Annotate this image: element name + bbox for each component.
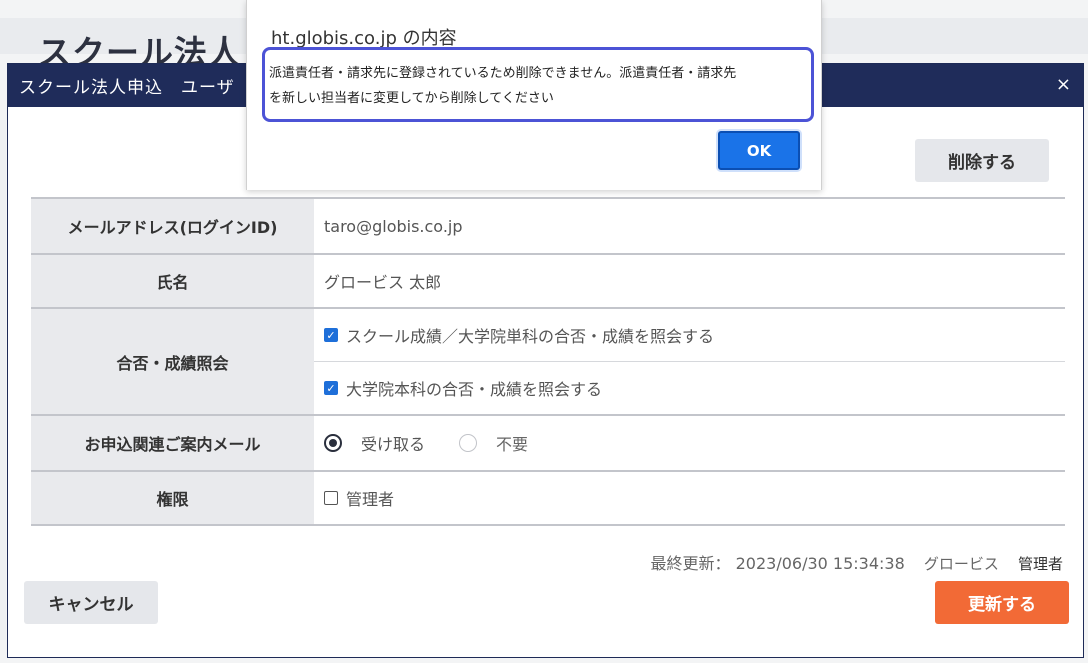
mail-preference-label: お申込関連ご案内メール bbox=[31, 414, 314, 472]
pass-option-graduate[interactable]: ✓ 大学院本科の合否・成績を照会する bbox=[314, 361, 1065, 414]
checkbox-checked-icon[interactable]: ✓ bbox=[324, 381, 338, 395]
browser-alert-dialog: ht.globis.co.jp の内容 派遣責任者・請求先に登録されているため削… bbox=[246, 0, 822, 190]
pass-results-label: 合否・成績照会 bbox=[31, 307, 314, 416]
radio-receive-label[interactable]: 受け取る bbox=[361, 431, 425, 455]
form-row-mail-preference: お申込関連ご案内メール 受け取る 不要 bbox=[31, 414, 1065, 472]
delete-button[interactable]: 削除する bbox=[915, 139, 1049, 182]
last-update-info: 最終更新： 2023/06/30 15:34:38 グロービス 管理者 bbox=[651, 550, 1064, 574]
last-update-datetime: 2023/06/30 15:34:38 bbox=[735, 554, 905, 573]
form-row-pass-results: 合否・成績照会 ✓ スクール成績／大学院単科の合否・成績を照会する ✓ 大学院本… bbox=[31, 307, 1065, 416]
dialog-message-line-1: 派遣責任者・請求先に登録されているため削除できません。派遣責任者・請求先 bbox=[269, 66, 737, 81]
last-update-role: 管理者 bbox=[1017, 555, 1063, 573]
last-update-prefix: 最終更新： bbox=[650, 554, 731, 573]
dialog-message: 派遣責任者・請求先に登録されているため削除できません。派遣責任者・請求先 を新し… bbox=[262, 47, 814, 122]
mail-value: taro@globis.co.jp bbox=[314, 197, 1065, 255]
form-row-name: 氏名 グロービス 太郎 bbox=[31, 253, 1065, 309]
authority-option[interactable]: 管理者 bbox=[324, 486, 1055, 510]
name-value: グロービス 太郎 bbox=[314, 253, 1065, 309]
cancel-button[interactable]: キャンセル bbox=[24, 581, 158, 624]
ok-button[interactable]: OK bbox=[718, 131, 800, 170]
form-row-mail: メールアドレス(ログインID) taro@globis.co.jp bbox=[31, 197, 1065, 255]
radio-unselected-icon[interactable] bbox=[459, 434, 478, 452]
dialog-message-line-2: を新しい担当者に変更してから削除してください bbox=[269, 91, 554, 106]
authority-label: 権限 bbox=[31, 470, 314, 526]
authority-option-label: 管理者 bbox=[346, 490, 395, 509]
user-form-table: メールアドレス(ログインID) taro@globis.co.jp 氏名 グロー… bbox=[31, 197, 1065, 526]
background-side-strip bbox=[0, 120, 6, 640]
pass-option-school-label: スクール成績／大学院単科の合否・成績を照会する bbox=[346, 327, 715, 346]
close-icon[interactable]: × bbox=[1056, 74, 1071, 95]
pass-option-graduate-label: 大学院本科の合否・成績を照会する bbox=[346, 380, 603, 399]
mail-preference-radio-group: 受け取る 不要 bbox=[324, 431, 1055, 455]
mail-label: メールアドレス(ログインID) bbox=[31, 197, 314, 255]
radio-selected-icon[interactable] bbox=[324, 434, 342, 452]
pass-option-school[interactable]: ✓ スクール成績／大学院単科の合否・成績を照会する bbox=[314, 309, 1065, 361]
form-row-authority: 権限 管理者 bbox=[31, 470, 1065, 526]
last-update-user: グロービス bbox=[923, 555, 999, 573]
checkbox-unchecked-icon[interactable] bbox=[324, 491, 338, 505]
radio-unneeded-label[interactable]: 不要 bbox=[496, 431, 528, 455]
update-button[interactable]: 更新する bbox=[935, 581, 1069, 624]
checkbox-checked-icon[interactable]: ✓ bbox=[324, 328, 338, 342]
name-label: 氏名 bbox=[31, 253, 314, 309]
modal-title: スクール法人申込 ユーザ bbox=[19, 78, 235, 98]
